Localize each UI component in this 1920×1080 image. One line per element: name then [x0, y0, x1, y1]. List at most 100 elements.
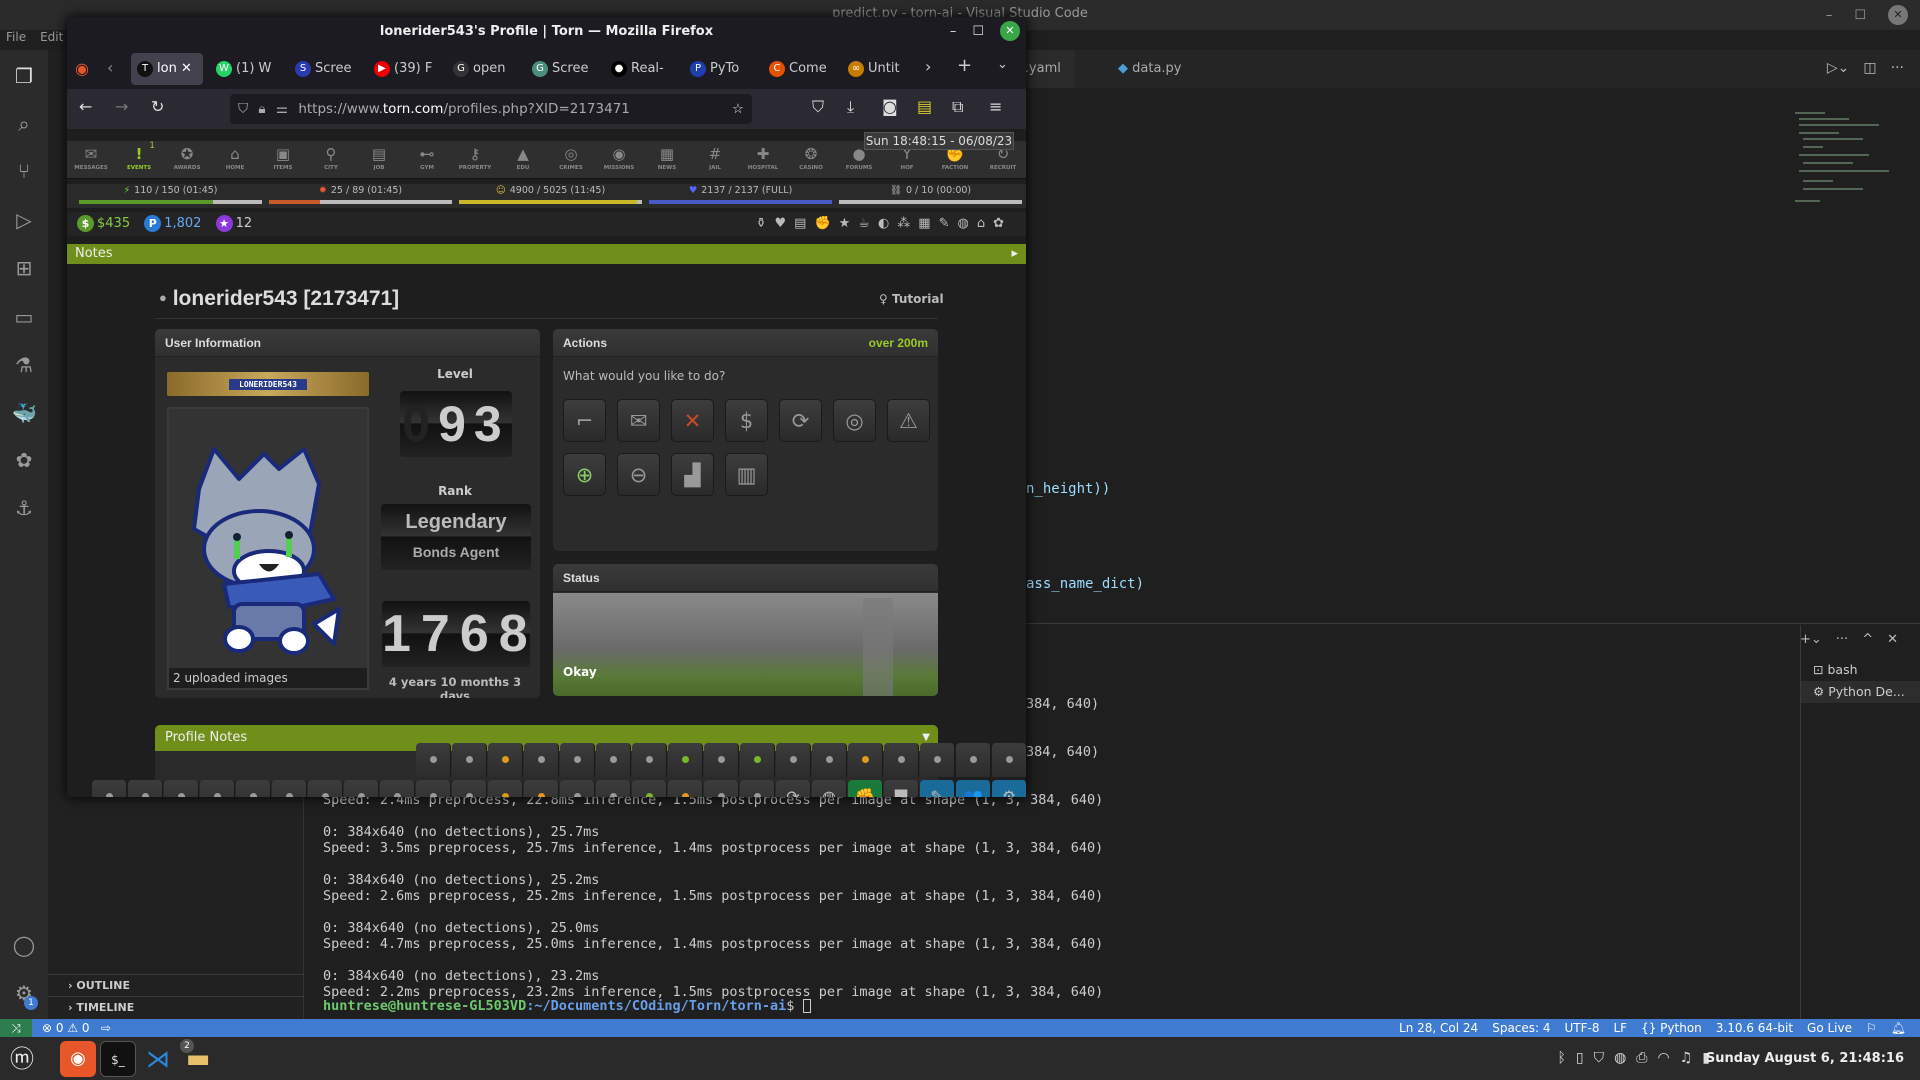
quick-link-button[interactable] — [776, 743, 811, 777]
extensions-icon[interactable]: ⊞ — [12, 256, 36, 280]
quick-link-button[interactable] — [164, 780, 199, 797]
app-menu-icon[interactable]: ≡ — [989, 97, 1002, 116]
reload-icon[interactable]: ↻ — [151, 97, 164, 116]
extensions-icon[interactable]: ⧉ — [952, 97, 963, 117]
status-icon[interactable]: ◍ — [957, 216, 976, 231]
quick-link-button[interactable] — [740, 780, 775, 797]
quick-link-button[interactable] — [272, 780, 307, 797]
status-item[interactable]: 3.10.6 64-bit — [1716, 1019, 1793, 1037]
quick-link-button[interactable] — [452, 743, 487, 777]
notifications-icon[interactable]: 🔔︎ — [1891, 1019, 1906, 1037]
money-value[interactable]: $435 — [97, 216, 130, 231]
quick-link-button[interactable] — [668, 780, 703, 797]
message-button[interactable]: ✉ — [617, 399, 660, 442]
fist-button[interactable]: ✊ — [848, 780, 883, 797]
nav-edu[interactable]: ▲ EDU — [499, 141, 547, 179]
nav-hospital[interactable]: ✚ HOSPITAL — [739, 141, 787, 179]
bookmark-star-icon[interactable]: ☆ — [732, 94, 744, 124]
minimize-icon[interactable]: – — [950, 24, 957, 39]
merits-value[interactable]: 12 — [236, 216, 253, 231]
system-tray[interactable]: ᛒ ▯ ⛉ ◍ ⎙ ◠ ♫ ▮ — [1557, 1037, 1710, 1080]
run-icon[interactable]: ▷⌄ — [1827, 60, 1850, 76]
status-icon[interactable]: ▦ — [918, 216, 938, 231]
extension-icon[interactable]: ◙ — [882, 97, 898, 116]
send-money-button[interactable]: $ — [725, 399, 768, 442]
nav-job[interactable]: ▤ JOB — [355, 141, 403, 179]
feedback-icon[interactable]: ⚐ — [1866, 1019, 1877, 1037]
music-icon[interactable]: ♫ — [1680, 1037, 1693, 1080]
url-bar[interactable]: ⛉ 🔒︎ ⚌ https://www.torn.com/profiles.php… — [230, 94, 752, 124]
quick-link-button[interactable] — [704, 743, 739, 777]
nav-crimes[interactable]: ◎ CRIMES — [547, 141, 595, 179]
status-item[interactable]: Ln 28, Col 24 — [1399, 1019, 1478, 1037]
run-debug-icon[interactable]: ▷ — [12, 208, 36, 232]
list-tabs-icon[interactable]: ⌄ — [997, 57, 1008, 72]
quick-link-button[interactable] — [488, 743, 523, 777]
tutorial-link[interactable]: ♀ Tutorial — [879, 292, 944, 306]
vpn-icon[interactable]: ◍ — [1614, 1037, 1626, 1080]
testing-icon[interactable]: ⚗ — [12, 353, 36, 377]
nav-news[interactable]: ▦ NEWS — [643, 141, 691, 179]
globe-button[interactable]: ◍ — [812, 780, 847, 797]
status-icon[interactable]: ✊ — [814, 216, 838, 231]
status-item[interactable]: Spaces: 4 — [1492, 1019, 1550, 1037]
nav-casino[interactable]: ❂ CASINO — [787, 141, 835, 179]
quick-link-button[interactable] — [344, 780, 379, 797]
nav-awards[interactable]: ✪ AWARDS — [163, 141, 211, 179]
clipboard-icon[interactable]: ▯ — [1576, 1037, 1584, 1080]
nav-events[interactable]: ! EVENTS 1 — [115, 141, 163, 179]
quick-link-button[interactable] — [524, 743, 559, 777]
browser-tab[interactable]: ∞ Untit — [842, 53, 914, 85]
browser-tab[interactable]: ● Real- — [605, 53, 677, 85]
extension-icon[interactable]: ✿ — [12, 448, 36, 472]
quick-link-button[interactable] — [380, 780, 415, 797]
menu-edit[interactable]: Edit — [40, 30, 63, 44]
new-tab-icon[interactable]: + — [957, 55, 972, 76]
stats-button[interactable]: ▟ — [671, 453, 714, 496]
quick-link-button[interactable] — [560, 780, 595, 797]
briefcase-button[interactable]: ▇ — [884, 780, 919, 797]
shield-icon[interactable]: ⛉ — [238, 101, 248, 117]
bazaar-button[interactable]: ▥ — [725, 453, 768, 496]
explorer-icon[interactable]: ❐ — [12, 64, 36, 88]
terminal-python-debug[interactable]: ⚙ Python De... — [1801, 681, 1920, 703]
bar-happy[interactable]: ☺ 4900 / 5025 (11:45) — [459, 184, 642, 204]
refresh-button[interactable]: ⟳ — [776, 780, 811, 797]
nav-gym[interactable]: ⊷ GYM — [403, 141, 451, 179]
remote-icon[interactable]: ⤨ — [0, 1019, 32, 1037]
permissions-icon[interactable]: ⚌ — [276, 101, 288, 117]
bar-life[interactable]: ♥ 2137 / 2137 (FULL) — [649, 184, 832, 204]
bar-energy[interactable]: ⚡ 110 / 150 (01:45) — [79, 184, 262, 204]
nav-home[interactable]: ⌂ HOME — [211, 141, 259, 179]
status-icon[interactable]: ⚱ — [756, 216, 775, 231]
browser-tab[interactable]: S Scree — [289, 53, 361, 85]
remote-explorer-icon[interactable]: ▭ — [12, 305, 36, 329]
quick-link-button[interactable] — [200, 780, 235, 797]
timeline-section[interactable]: › TIMELINE — [48, 996, 304, 1018]
quick-link-button[interactable] — [812, 743, 847, 777]
quick-link-button[interactable] — [416, 780, 451, 797]
extension-icon-2[interactable]: ⚓ — [12, 496, 36, 520]
clock[interactable]: Sunday August 6, 21:48:16 — [1706, 1037, 1904, 1080]
gear-button[interactable]: ⚙ — [992, 780, 1026, 797]
quick-link-button[interactable] — [632, 743, 667, 777]
more-icon[interactable]: ··· — [1891, 60, 1904, 76]
browser-tab[interactable]: W (1) W — [210, 53, 282, 85]
pencil-button[interactable]: ✎ — [920, 780, 955, 797]
attack-button[interactable]: ⌐ — [563, 399, 606, 442]
status-item[interactable]: UTF-8 — [1565, 1019, 1600, 1037]
status-icon[interactable]: ◐ — [878, 216, 897, 231]
close-icon[interactable]: ✕ — [1000, 21, 1020, 41]
points-value[interactable]: 1,802 — [164, 216, 201, 231]
terminal-bash[interactable]: ⊡ bash — [1801, 659, 1920, 681]
quick-link-button[interactable] — [416, 743, 451, 777]
report-button[interactable]: ⚠ — [887, 399, 930, 442]
status-icon[interactable]: ⌂ — [977, 216, 993, 231]
docker-icon[interactable]: 🐳 — [12, 401, 37, 425]
people-button[interactable]: 👥 — [956, 780, 991, 797]
quick-link-button[interactable] — [596, 780, 631, 797]
terminal-app-icon[interactable]: $_ — [100, 1041, 136, 1077]
quick-link-button[interactable] — [488, 780, 523, 797]
quick-link-button[interactable] — [92, 780, 127, 797]
bar-chain[interactable]: ⛓ 0 / 10 (00:00) — [839, 184, 1022, 204]
